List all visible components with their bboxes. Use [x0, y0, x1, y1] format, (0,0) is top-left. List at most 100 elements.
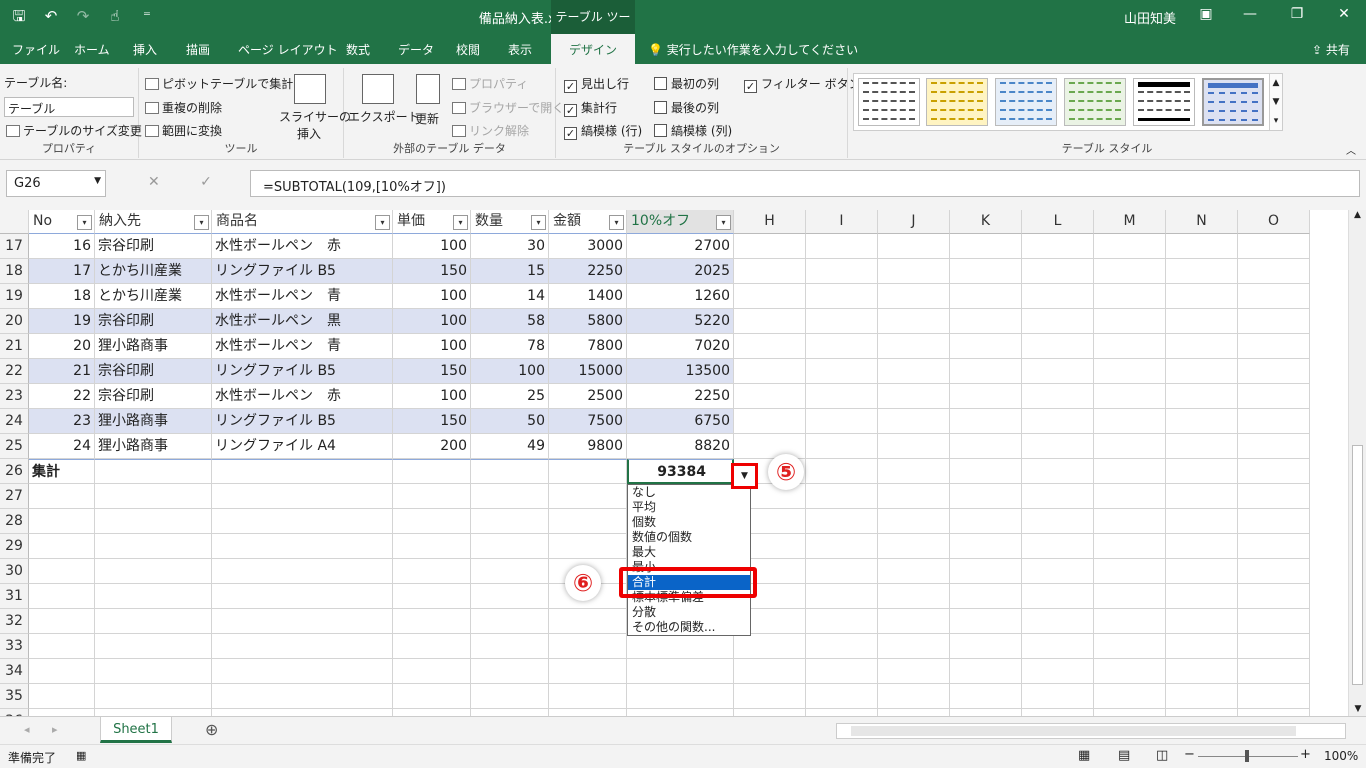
- grid-cell[interactable]: [212, 534, 393, 559]
- grid-cell[interactable]: [878, 459, 950, 484]
- grid-cell[interactable]: [1022, 534, 1094, 559]
- name-box[interactable]: G26 ▼: [6, 170, 106, 197]
- grid-cell[interactable]: [1022, 409, 1094, 434]
- banded-rows-checkbox[interactable]: ✓ 縞模様 (行): [564, 122, 642, 140]
- export-button[interactable]: エクスポート: [348, 108, 420, 125]
- table-cell[interactable]: 50: [471, 409, 549, 434]
- grid-cell[interactable]: [1238, 334, 1310, 359]
- filter-button-checkbox[interactable]: ✓ フィルター ボタン: [744, 75, 861, 93]
- grid-cell[interactable]: [1238, 684, 1310, 709]
- grid-cell[interactable]: [806, 609, 878, 634]
- table-cell[interactable]: 30: [471, 234, 549, 259]
- column-header[interactable]: M: [1094, 210, 1166, 234]
- grid-cell[interactable]: [1022, 509, 1094, 534]
- grid-cell[interactable]: [95, 709, 212, 716]
- table-cell[interactable]: 49: [471, 434, 549, 459]
- grid-cell[interactable]: [950, 359, 1022, 384]
- style-swatch-1[interactable]: [858, 78, 920, 126]
- gallery-more-icon[interactable]: ▾: [1270, 112, 1282, 131]
- grid-cell[interactable]: [1238, 484, 1310, 509]
- row-header[interactable]: 23: [0, 384, 29, 409]
- gallery-down-icon[interactable]: ▼: [1270, 93, 1282, 112]
- grid-cell[interactable]: [29, 659, 95, 684]
- grid-cell[interactable]: [806, 509, 878, 534]
- menu-item-9[interactable]: その他の関数...: [628, 620, 750, 635]
- grid-cell[interactable]: [549, 459, 627, 484]
- grid-cell[interactable]: [950, 384, 1022, 409]
- table-cell[interactable]: 水性ボールペン 赤: [212, 234, 393, 259]
- grid-cell[interactable]: [734, 334, 806, 359]
- style-swatch-6-selected[interactable]: [1202, 78, 1264, 126]
- table-cell[interactable]: 宗谷印刷: [95, 234, 212, 259]
- menu-item-8[interactable]: 分散: [628, 605, 750, 620]
- tab-draw[interactable]: 描画: [186, 41, 210, 58]
- grid-cell[interactable]: [1022, 234, 1094, 259]
- scroll-down-icon[interactable]: ▼: [1349, 704, 1366, 714]
- collapse-ribbon-icon[interactable]: ︿: [1346, 142, 1356, 157]
- last-column-checkbox[interactable]: 最後の列: [654, 99, 719, 116]
- table-header-cell[interactable]: 10%オフ ▾: [627, 210, 734, 234]
- grid-cell[interactable]: [471, 684, 549, 709]
- grid-cell[interactable]: [1094, 359, 1166, 384]
- formula-input[interactable]: =SUBTOTAL(109,[10%オフ]): [250, 170, 1360, 197]
- grid-cell[interactable]: [734, 284, 806, 309]
- grid-cell[interactable]: [734, 634, 806, 659]
- name-box-dropdown-icon[interactable]: ▼: [94, 176, 101, 186]
- table-cell[interactable]: 2500: [549, 384, 627, 409]
- grid-cell[interactable]: [1022, 459, 1094, 484]
- table-cell[interactable]: 8820: [627, 434, 734, 459]
- table-cell[interactable]: 18: [29, 284, 95, 309]
- tab-insert[interactable]: 挿入: [133, 41, 157, 58]
- grid-cell[interactable]: [95, 584, 212, 609]
- table-cell[interactable]: 23: [29, 409, 95, 434]
- grid-cell[interactable]: [1238, 559, 1310, 584]
- worksheet-grid[interactable]: No ▾ 納入先 ▾ 商品名 ▾ 単価 ▾ 数量 ▾ 金額 ▾ 10%オフ ▾ H I J K L M N O 17 16 宗谷…: [0, 210, 1348, 716]
- grid-cell[interactable]: [1238, 359, 1310, 384]
- grid-cell[interactable]: [1022, 259, 1094, 284]
- normal-view-icon[interactable]: ▦: [1078, 748, 1090, 763]
- grid-cell[interactable]: [549, 684, 627, 709]
- table-cell[interactable]: 17: [29, 259, 95, 284]
- grid-cell[interactable]: [1022, 634, 1094, 659]
- grid-cell[interactable]: [878, 709, 950, 716]
- grid-cell[interactable]: [1022, 609, 1094, 634]
- remove-duplicates-button[interactable]: 重複の削除: [145, 99, 222, 116]
- row-header[interactable]: 33: [0, 634, 29, 659]
- table-cell[interactable]: 19: [29, 309, 95, 334]
- grid-cell[interactable]: [1238, 534, 1310, 559]
- grid-cell[interactable]: [549, 634, 627, 659]
- grid-cell[interactable]: [734, 434, 806, 459]
- table-cell[interactable]: 100: [393, 234, 471, 259]
- grid-cell[interactable]: [878, 484, 950, 509]
- user-name[interactable]: 山田知美: [1124, 8, 1176, 27]
- style-swatch-5[interactable]: [1133, 78, 1195, 126]
- column-header[interactable]: K: [950, 210, 1022, 234]
- grid-cell[interactable]: [393, 634, 471, 659]
- grid-cell[interactable]: [549, 659, 627, 684]
- grid-cell[interactable]: [1022, 309, 1094, 334]
- grid-cell[interactable]: [212, 559, 393, 584]
- table-header-cell[interactable]: 納入先 ▾: [95, 210, 212, 234]
- grid-cell[interactable]: [1094, 659, 1166, 684]
- grid-cell[interactable]: [627, 684, 734, 709]
- grid-cell[interactable]: [1022, 709, 1094, 716]
- page-layout-view-icon[interactable]: ▤: [1118, 748, 1130, 763]
- zoom-out-icon[interactable]: −: [1184, 747, 1195, 762]
- grid-cell[interactable]: [734, 309, 806, 334]
- vertical-scrollbar[interactable]: ▲ ▼: [1348, 210, 1366, 716]
- table-header-cell[interactable]: No ▾: [29, 210, 95, 234]
- table-cell[interactable]: 15: [471, 259, 549, 284]
- grid-cell[interactable]: [471, 484, 549, 509]
- grid-cell[interactable]: [734, 259, 806, 284]
- zoom-slider-thumb[interactable]: [1245, 750, 1249, 762]
- grid-cell[interactable]: [549, 609, 627, 634]
- table-cell[interactable]: 宗谷印刷: [95, 359, 212, 384]
- row-header[interactable]: 36: [0, 709, 29, 716]
- table-cell[interactable]: 100: [393, 334, 471, 359]
- resize-table-button[interactable]: テーブルのサイズ変更: [6, 122, 142, 139]
- table-cell[interactable]: 100: [471, 359, 549, 384]
- table-cell[interactable]: 7500: [549, 409, 627, 434]
- table-cell[interactable]: 2700: [627, 234, 734, 259]
- grid-cell[interactable]: [734, 709, 806, 716]
- grid-cell[interactable]: [878, 634, 950, 659]
